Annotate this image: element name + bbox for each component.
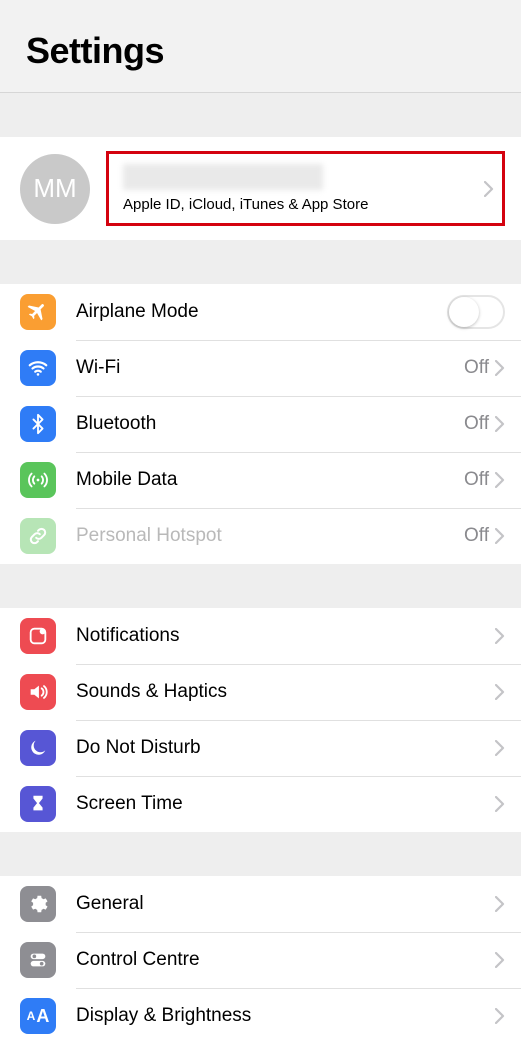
section-gap [0, 564, 521, 608]
notifications-icon [20, 618, 56, 654]
chevron-right-icon [495, 528, 505, 544]
bluetooth-icon [20, 406, 56, 442]
row-label: Bluetooth [76, 413, 464, 435]
chevron-right-icon [495, 416, 505, 432]
row-label: Airplane Mode [76, 301, 447, 323]
hourglass-icon [20, 786, 56, 822]
chevron-right-icon [495, 472, 505, 488]
speaker-icon [20, 674, 56, 710]
chevron-right-icon [484, 181, 494, 197]
row-value: Off [464, 413, 489, 435]
antenna-icon [20, 462, 56, 498]
account-subtitle: Apple ID, iCloud, iTunes & App Store [123, 196, 474, 213]
row-value: Off [464, 525, 489, 547]
wifi-row[interactable]: Wi-Fi Off [0, 340, 521, 396]
chevron-right-icon [495, 952, 505, 968]
wifi-icon [20, 350, 56, 386]
bluetooth-row[interactable]: Bluetooth Off [0, 396, 521, 452]
row-value: Off [464, 469, 489, 491]
chevron-right-icon [495, 360, 505, 376]
control-centre-row[interactable]: Control Centre [0, 932, 521, 988]
avatar-initials: MM [33, 173, 76, 204]
general-section: General Control Centre AA Display & Brig… [0, 876, 521, 1044]
avatar: MM [20, 154, 90, 224]
notification-section: Notifications Sounds & Haptics Do Not Di… [0, 608, 521, 832]
notifications-row[interactable]: Notifications [0, 608, 521, 664]
moon-icon [20, 730, 56, 766]
row-label: Notifications [76, 625, 495, 647]
sounds-row[interactable]: Sounds & Haptics [0, 664, 521, 720]
chevron-right-icon [495, 684, 505, 700]
row-label: General [76, 893, 495, 915]
toggles-icon [20, 942, 56, 978]
airplane-mode-row[interactable]: Airplane Mode [0, 284, 521, 340]
hotspot-row[interactable]: Personal Hotspot Off [0, 508, 521, 564]
text-size-icon: AA [20, 998, 56, 1034]
section-gap [0, 93, 521, 137]
chevron-right-icon [495, 896, 505, 912]
row-label: Wi-Fi [76, 357, 464, 379]
section-gap [0, 832, 521, 876]
gear-icon [20, 886, 56, 922]
row-value: Off [464, 357, 489, 379]
header: Settings [0, 0, 521, 93]
row-label: Sounds & Haptics [76, 681, 495, 703]
airplane-icon [20, 294, 56, 330]
link-icon [20, 518, 56, 554]
screentime-row[interactable]: Screen Time [0, 776, 521, 832]
display-row[interactable]: AA Display & Brightness [0, 988, 521, 1044]
section-gap [0, 240, 521, 284]
general-row[interactable]: General [0, 876, 521, 932]
account-name-redacted [123, 164, 323, 190]
row-label: Control Centre [76, 949, 495, 971]
apple-id-row[interactable]: MM Apple ID, iCloud, iTunes & App Store [0, 137, 521, 240]
row-label: Screen Time [76, 793, 495, 815]
apple-id-section: MM Apple ID, iCloud, iTunes & App Store [0, 137, 521, 240]
row-label: Mobile Data [76, 469, 464, 491]
connectivity-section: Airplane Mode Wi-Fi Off Bluetooth Off Mo… [0, 284, 521, 564]
row-label: Personal Hotspot [76, 525, 464, 547]
chevron-right-icon [495, 1008, 505, 1024]
dnd-row[interactable]: Do Not Disturb [0, 720, 521, 776]
airplane-toggle[interactable] [447, 295, 505, 329]
chevron-right-icon [495, 628, 505, 644]
chevron-right-icon [495, 796, 505, 812]
chevron-right-icon [495, 740, 505, 756]
mobile-data-row[interactable]: Mobile Data Off [0, 452, 521, 508]
row-label: Do Not Disturb [76, 737, 495, 759]
apple-id-highlight: Apple ID, iCloud, iTunes & App Store [106, 151, 505, 226]
page-title: Settings [26, 30, 495, 72]
